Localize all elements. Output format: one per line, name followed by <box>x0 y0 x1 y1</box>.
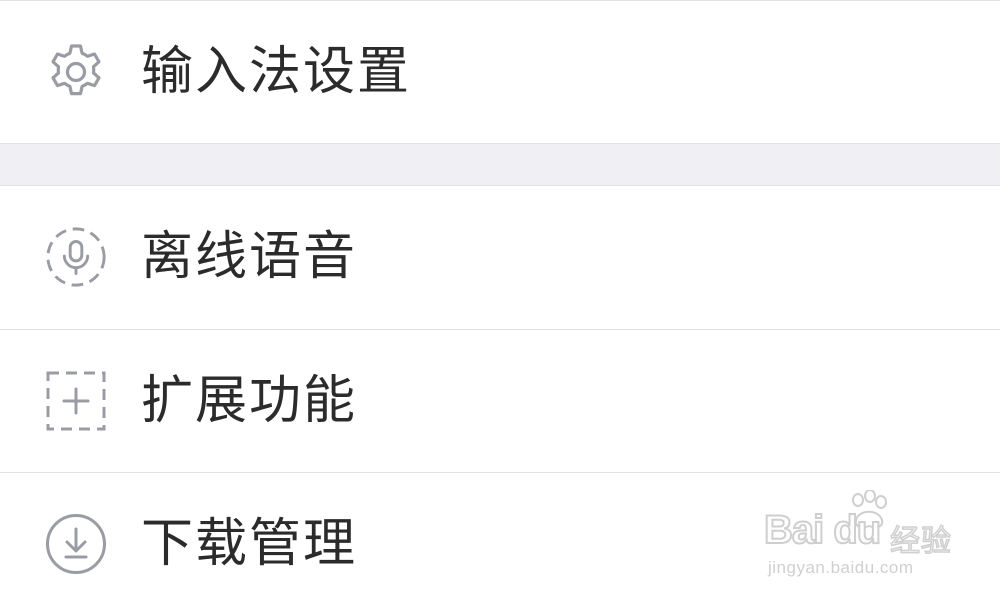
settings-screen: 输入法设置 离线语音 扩展功能 下载管理 Bai du 经验 jingyan.b… <box>0 0 1000 601</box>
menu-item-offline-voice[interactable]: 离线语音 <box>0 186 1000 328</box>
menu-item-label: 扩展功能 <box>141 371 358 431</box>
menu-item-label: 输入法设置 <box>141 42 412 102</box>
menu-item-download-management[interactable]: 下载管理 <box>0 473 1000 601</box>
section-separator <box>0 143 1000 186</box>
menu-item-extensions[interactable]: 扩展功能 <box>0 330 1000 472</box>
microphone-dashed-circle-icon <box>44 225 108 289</box>
menu-item-label: 离线语音 <box>141 227 358 287</box>
menu-item-label: 下载管理 <box>141 514 358 574</box>
menu-item-input-method-settings[interactable]: 输入法设置 <box>0 1 1000 143</box>
plus-dashed-square-icon <box>44 369 108 433</box>
gear-icon <box>44 40 108 104</box>
download-circle-icon <box>44 512 108 576</box>
